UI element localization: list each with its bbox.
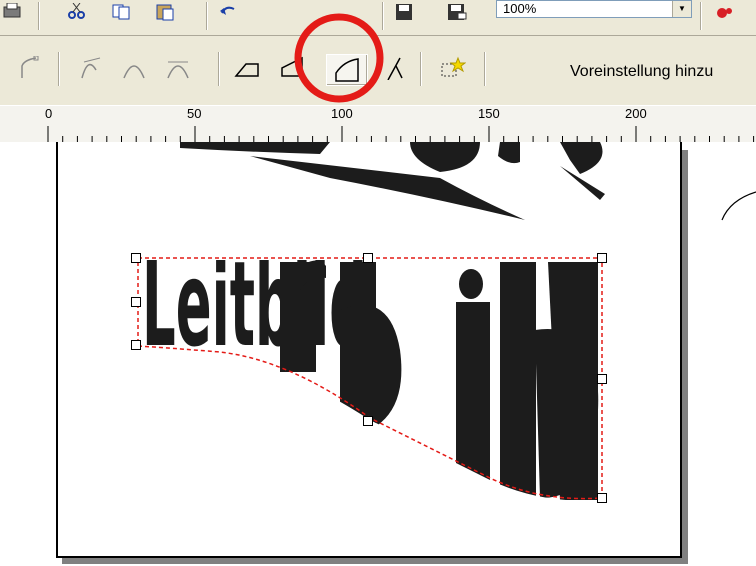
ruler-label: 0 — [45, 106, 53, 121]
cut-icon[interactable] — [64, 0, 90, 24]
toolbar-separator — [484, 52, 485, 86]
preset-label[interactable]: Voreinstellung hinzu — [570, 63, 713, 81]
effect-icon[interactable] — [712, 0, 738, 24]
toolbar-separator — [420, 52, 421, 86]
shape-tool-5[interactable] — [234, 56, 260, 80]
ruler-label: 150 — [478, 106, 500, 121]
selection-handle[interactable] — [131, 297, 141, 307]
paste-icon[interactable] — [152, 0, 178, 24]
copy-icon[interactable] — [108, 0, 134, 24]
toolbar-separator — [58, 52, 59, 86]
selection-handle[interactable] — [131, 253, 141, 263]
selection-handle[interactable] — [363, 416, 373, 426]
shape-tool-1[interactable] — [18, 56, 44, 80]
shape-tool-2[interactable] — [78, 56, 104, 80]
highlight-circle — [294, 13, 384, 103]
artwork-fragment — [180, 142, 605, 220]
toolbar-separator — [206, 2, 207, 30]
ruler-label: 100 — [331, 106, 353, 121]
selection-handle[interactable] — [597, 493, 607, 503]
zoom-value: 100% — [503, 1, 537, 16]
toolbar-separator — [38, 2, 39, 30]
export-icon[interactable] — [444, 0, 470, 24]
shape-tool-4[interactable] — [166, 56, 192, 80]
save-icon[interactable] — [392, 0, 418, 24]
preset-tool[interactable] — [440, 56, 466, 80]
toolbar-separator — [218, 52, 219, 86]
curve-fragment — [721, 191, 756, 221]
selection-handle[interactable] — [131, 340, 141, 350]
selection-envelope — [137, 257, 603, 500]
zoom-select[interactable]: 100% ▼ — [496, 0, 692, 18]
selection-handle[interactable] — [363, 253, 373, 263]
toolbar-separator — [700, 2, 701, 30]
page-shadow — [682, 150, 688, 564]
selection-handle[interactable] — [597, 374, 607, 384]
horizontal-ruler: 0 50 100 150 200 — [0, 106, 756, 143]
ruler-label: 200 — [625, 106, 647, 121]
selection-handle[interactable] — [597, 253, 607, 263]
page-shadow — [62, 558, 688, 564]
undo-icon[interactable] — [216, 0, 242, 24]
chevron-down-icon[interactable]: ▼ — [672, 1, 691, 17]
ruler-label: 50 — [187, 106, 202, 121]
shape-tool-3[interactable] — [122, 56, 148, 80]
print-icon[interactable] — [0, 0, 26, 24]
